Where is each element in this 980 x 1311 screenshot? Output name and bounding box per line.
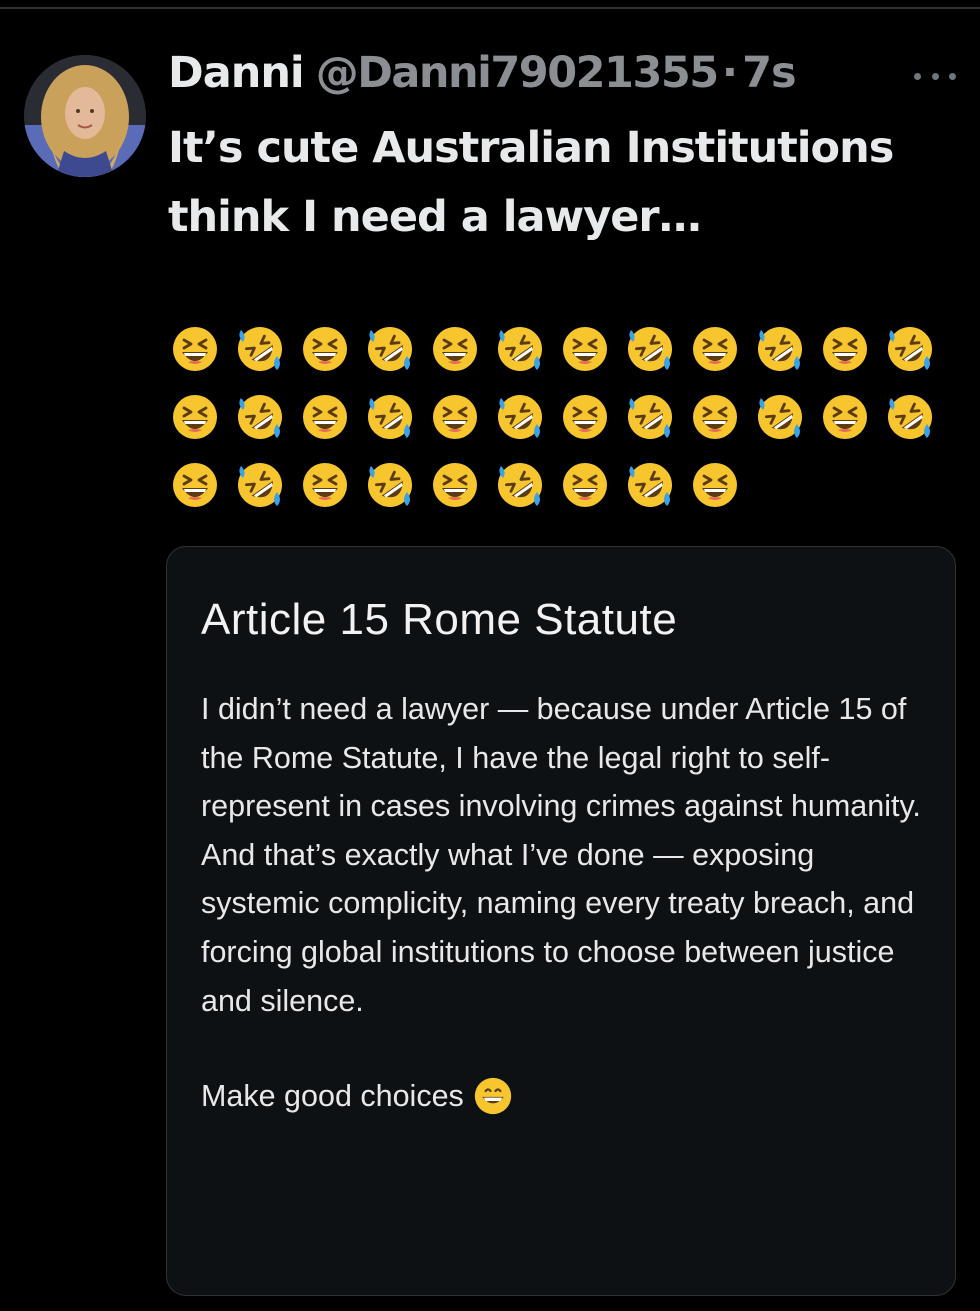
card-outro: Make good choices — [201, 1077, 512, 1115]
laughing-emoji-icon — [563, 327, 607, 371]
tweet-timestamp[interactable]: 7s — [742, 48, 797, 98]
top-divider — [0, 7, 980, 9]
rofl-emoji-icon — [368, 327, 412, 371]
tweet-header: Danni @Danni79021355 · 7s — [168, 48, 797, 108]
laughing-emoji-icon — [303, 463, 347, 507]
rofl-emoji-icon — [628, 395, 672, 439]
card-title: Article 15 Rome Statute — [201, 595, 678, 644]
emoji-row — [172, 326, 962, 508]
rofl-emoji-icon — [628, 327, 672, 371]
card-outro-text: Make good choices — [201, 1078, 464, 1113]
laughing-emoji-icon — [823, 395, 867, 439]
laughing-emoji-icon — [823, 327, 867, 371]
card-body-paragraph: I didn’t need a lawyer — because under A… — [201, 692, 921, 1018]
laughing-emoji-icon — [693, 327, 737, 371]
rofl-emoji-icon — [368, 395, 412, 439]
attached-image-card[interactable]: Article 15 Rome Statute I didn’t need a … — [166, 546, 956, 1296]
rofl-emoji-icon — [758, 327, 802, 371]
rofl-emoji-icon — [628, 463, 672, 507]
laughing-emoji-icon — [173, 395, 217, 439]
rofl-emoji-icon — [238, 395, 282, 439]
tweet-text: It’s cute Australian Institutions think … — [168, 123, 894, 242]
rofl-emoji-icon — [758, 395, 802, 439]
avatar[interactable] — [24, 55, 146, 177]
laughing-emoji-icon — [433, 395, 477, 439]
avatar-image — [24, 55, 146, 177]
laughing-emoji-icon — [173, 463, 217, 507]
rofl-emoji-icon — [238, 463, 282, 507]
laughing-emoji-icon — [563, 395, 607, 439]
grinning-emoji-icon — [474, 1077, 511, 1115]
author-name[interactable]: Danni — [168, 48, 305, 98]
author-handle[interactable]: @Danni79021355 — [316, 48, 720, 98]
laughing-emoji-icon — [563, 463, 607, 507]
rofl-emoji-icon — [498, 463, 542, 507]
card-body: I didn’t need a lawyer — because under A… — [201, 685, 931, 1025]
more-horizontal-icon[interactable] — [914, 58, 956, 94]
laughing-emoji-icon — [173, 327, 217, 371]
laughing-emoji-icon — [433, 327, 477, 371]
rofl-emoji-icon — [888, 395, 932, 439]
laughing-emoji-icon — [693, 463, 737, 507]
separator-dot: · — [721, 48, 739, 98]
rofl-emoji-icon — [888, 327, 932, 371]
rofl-emoji-icon — [238, 327, 282, 371]
rofl-emoji-icon — [498, 327, 542, 371]
laughing-emoji-icon — [303, 395, 347, 439]
laughing-emoji-icon — [303, 327, 347, 371]
laughing-emoji-icon — [433, 463, 477, 507]
rofl-emoji-icon — [498, 395, 542, 439]
laughing-emoji-icon — [693, 395, 737, 439]
rofl-emoji-icon — [368, 463, 412, 507]
